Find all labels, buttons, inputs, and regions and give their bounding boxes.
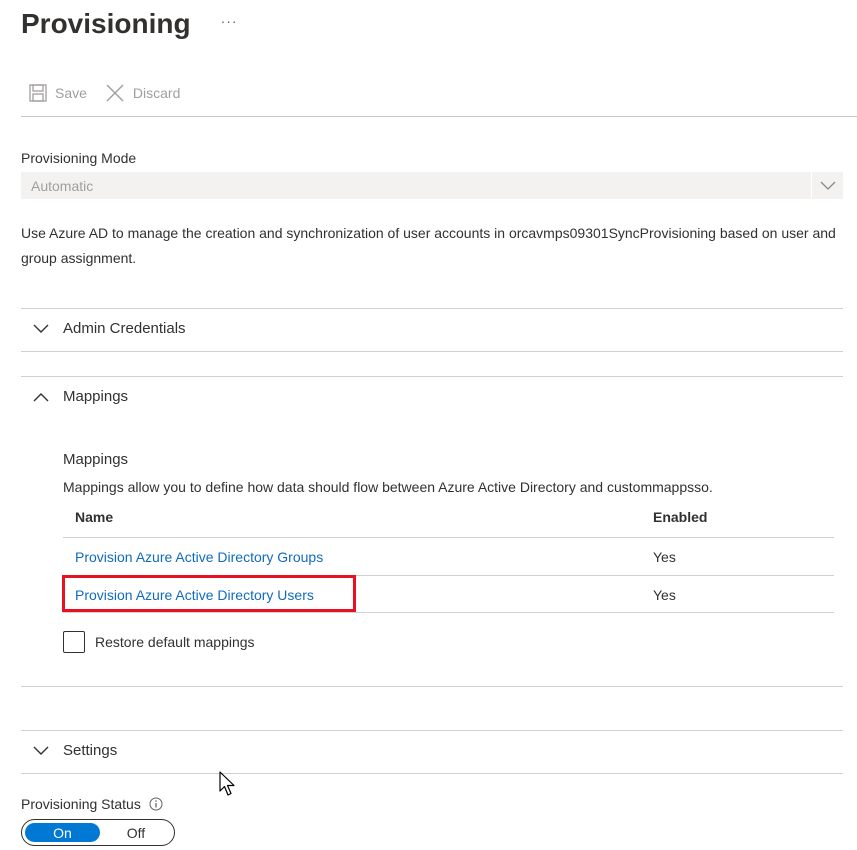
divider — [21, 308, 843, 309]
divider — [21, 686, 843, 687]
grid-divider — [63, 537, 834, 538]
discard-label: Discard — [132, 85, 181, 101]
status-label-text: Provisioning Status — [21, 796, 141, 812]
mappings-subtitle: Mappings — [63, 451, 129, 468]
section-label: Admin Credentials — [63, 320, 186, 337]
section-settings[interactable]: Settings — [33, 742, 117, 759]
divider — [21, 730, 843, 731]
mapping-link-groups[interactable]: Provision Azure Active Directory Groups — [75, 549, 323, 565]
restore-default-mappings[interactable]: Restore default mappings — [63, 631, 255, 653]
toolbar: Save Discard — [29, 83, 198, 103]
highlight-box — [62, 575, 356, 612]
save-label: Save — [55, 85, 87, 101]
mappings-description: Mappings allow you to define how data sh… — [63, 479, 713, 495]
info-icon[interactable] — [149, 797, 163, 811]
column-header-enabled: Enabled — [653, 509, 708, 525]
mapping-enabled-users: Yes — [653, 587, 676, 603]
title-row: Provisioning ··· — [21, 8, 238, 40]
provisioning-mode-label: Provisioning Mode — [21, 150, 137, 166]
chevron-down-icon — [33, 324, 49, 333]
section-label: Settings — [63, 742, 118, 759]
restore-label: Restore default mappings — [95, 634, 255, 650]
provisioning-mode-value: Automatic — [31, 177, 94, 194]
chevron-down-icon — [811, 172, 843, 199]
divider — [21, 351, 843, 352]
divider — [21, 773, 843, 774]
mouse-cursor-icon — [219, 771, 235, 796]
provisioning-page: Provisioning ··· Save Discard Provisioni… — [0, 0, 857, 850]
chevron-down-icon — [33, 746, 49, 755]
save-button[interactable]: Save — [29, 84, 87, 102]
provisioning-status-toggle[interactable]: On Off — [21, 819, 175, 846]
provisioning-description: Use Azure AD to manage the creation and … — [21, 225, 836, 266]
section-label: Mappings — [63, 388, 129, 405]
section-mappings[interactable]: Mappings — [33, 388, 128, 405]
divider — [21, 376, 843, 377]
page-title: Provisioning — [21, 8, 191, 39]
chevron-up-icon — [33, 392, 49, 401]
more-options-button[interactable]: ··· — [221, 13, 238, 29]
section-admin-credentials[interactable]: Admin Credentials — [33, 320, 186, 337]
toolbar-divider — [21, 116, 857, 117]
restore-checkbox[interactable] — [63, 631, 85, 653]
column-header-name: Name — [75, 509, 114, 525]
grid-divider — [63, 612, 834, 613]
provisioning-status-label: Provisioning Status — [21, 796, 163, 812]
close-icon — [106, 84, 124, 102]
save-icon — [29, 84, 47, 102]
provisioning-mode-dropdown[interactable]: Automatic — [21, 172, 843, 199]
status-on-option[interactable]: On — [25, 823, 100, 842]
status-off-option[interactable]: Off — [100, 825, 172, 841]
mapping-enabled-groups: Yes — [653, 549, 676, 565]
discard-button[interactable]: Discard — [105, 83, 180, 103]
